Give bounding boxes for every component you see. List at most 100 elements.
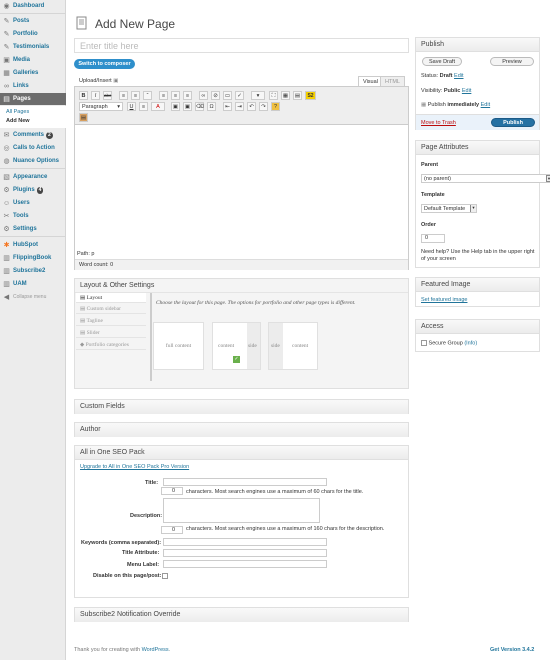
paste-text-icon[interactable]: ▣ [171, 102, 180, 111]
unlink-icon[interactable]: ⊘ [211, 91, 220, 100]
status-edit-link[interactable]: Edit [454, 73, 463, 79]
nav-testimonials[interactable]: ✎ Testimonials [0, 41, 66, 53]
nav-dashboard[interactable]: ◉ Dashboard [0, 0, 66, 12]
redo-button[interactable]: ↷ [259, 102, 268, 111]
set-featured-image-link[interactable]: Set featured image [421, 297, 467, 303]
underline-button[interactable]: U [127, 102, 136, 111]
secure-group-info-link[interactable]: (Info) [464, 340, 477, 346]
nav-links[interactable]: ∞ Links [0, 80, 66, 92]
save-draft-button[interactable]: Save Draft [422, 57, 462, 66]
title-input[interactable]: Enter title here [74, 38, 409, 53]
seo-keywords-input[interactable] [163, 538, 327, 546]
secure-group-checkbox[interactable] [421, 340, 427, 346]
outdent-icon[interactable]: ⇤ [223, 102, 232, 111]
author-box[interactable]: Author [74, 422, 409, 437]
layout-tab-slider[interactable]: ▤ Slider [76, 328, 146, 338]
layout-option-full-content[interactable]: full content [153, 322, 204, 370]
layout-icon: ▤ [80, 295, 86, 301]
nav-comments[interactable]: ✉ Comments 2 [0, 129, 66, 141]
special-char-button[interactable]: Ω [207, 102, 216, 111]
publish-button[interactable]: Publish [491, 118, 535, 127]
text-color-button[interactable]: A [151, 102, 165, 111]
nav-settings[interactable]: ⚙ Settings [0, 223, 66, 235]
seo-title-attribute-input[interactable] [163, 549, 327, 557]
nav-calls-to-action[interactable]: ◎ Calls to Action [0, 142, 66, 154]
layout-tab-portfolio-categories[interactable]: ◆ Portfolio categories [76, 340, 146, 350]
nav-tools[interactable]: ✂ Tools [0, 210, 66, 222]
layout-tab-layout[interactable]: ▤ Layout [76, 293, 146, 303]
seo-description-textarea[interactable] [163, 498, 320, 523]
submenu-add-new[interactable]: Add New [6, 118, 30, 124]
bullet-list-icon[interactable]: ≡ [119, 91, 128, 100]
kitchen-sink-icon[interactable]: ▦ [281, 91, 290, 100]
align-right-icon[interactable]: ≡ [183, 91, 192, 100]
switch-to-composer-button[interactable]: Switch to composer [74, 59, 135, 69]
upload-insert[interactable]: Upload/Insert ▣ [79, 78, 118, 84]
visibility-edit-link[interactable]: Edit [462, 88, 471, 94]
get-version-link[interactable]: Get Version 3.4.2 [490, 647, 534, 653]
content-editor[interactable]: B I abc ≡ ≡ “ ≡ ≡ ≡ ∞ ⊘ ▭ ✓ ▾ ⛶ ▦ ▤ S2 P… [74, 86, 409, 270]
editor-toolbar: B I abc ≡ ≡ “ ≡ ≡ ≡ ∞ ⊘ ▭ ✓ ▾ ⛶ ▦ ▤ S2 P… [75, 87, 408, 125]
settings-icon: ⚙ [3, 225, 10, 233]
seo-description-label: Description: [130, 513, 163, 519]
nav-plugins[interactable]: ⚙ Plugins 4 [0, 184, 66, 196]
page-title: Add New Page [95, 17, 176, 31]
nav-users[interactable]: ☺ Users [0, 197, 66, 209]
more-tag-icon[interactable]: ▭ [223, 91, 232, 100]
nav-galleries[interactable]: ▦ Galleries [0, 67, 66, 79]
layout-tab-custom-sidebar[interactable]: ▤ Custom sidebar [76, 304, 146, 314]
bold-button[interactable]: B [79, 91, 88, 100]
align-left-icon[interactable]: ≡ [159, 91, 168, 100]
nav-nuance-options[interactable]: ◍ Nuance Options [0, 155, 66, 167]
shortcode-icon[interactable]: ▤ [293, 91, 302, 100]
align-center-icon[interactable]: ≡ [171, 91, 180, 100]
template-select[interactable]: Default Template ▾ [421, 204, 477, 213]
nav-appearance[interactable]: ▧ Appearance [0, 171, 66, 183]
justify-icon[interactable]: ≡ [139, 102, 148, 111]
seo-disable-checkbox[interactable] [162, 573, 168, 579]
tab-html[interactable]: HTML [380, 76, 405, 86]
preview-button[interactable]: Preview [490, 57, 534, 66]
dropdown-chevron-icon[interactable]: ▾ [251, 91, 265, 100]
undo-button[interactable]: ↶ [247, 102, 256, 111]
insert-link-icon[interactable]: ∞ [199, 91, 208, 100]
s2-button[interactable]: S2 [305, 91, 316, 100]
nav-flippingbook[interactable]: ▥ FlippingBook [0, 252, 66, 264]
nav-media[interactable]: ▣ Media [0, 54, 66, 66]
publish-time-edit-link[interactable]: Edit [481, 102, 490, 108]
collapse-menu[interactable]: ◀ Collapse menu [0, 291, 66, 303]
custom-fields-box[interactable]: Custom Fields [74, 399, 409, 414]
move-to-trash-link[interactable]: Move to Trash [421, 120, 456, 126]
indent-icon[interactable]: ⇥ [235, 102, 244, 111]
spellcheck-icon[interactable]: ✓ [235, 91, 244, 100]
nav-pages[interactable]: ▤ Pages [0, 93, 66, 105]
nav-portfolio[interactable]: ✎ Portfolio [0, 28, 66, 40]
subscribe2-override-box[interactable]: Subscribe2 Notification Override [74, 607, 409, 622]
order-input[interactable]: 0 [421, 234, 445, 243]
clear-formatting-icon[interactable]: ⌫ [195, 102, 204, 111]
nav-uam[interactable]: ▥ UAM [0, 278, 66, 290]
italic-button[interactable]: I [91, 91, 100, 100]
nav-hubspot[interactable]: ✱ HubSpot [0, 239, 66, 251]
paste-word-icon[interactable]: ▣ [183, 102, 192, 111]
seo-title-input[interactable] [163, 478, 327, 486]
strikethrough-button[interactable]: abc [103, 91, 112, 100]
parent-select[interactable]: (no parent) ▾ [421, 174, 550, 183]
nav-subscribe2[interactable]: ▥ Subscribe2 [0, 265, 66, 277]
nav-posts[interactable]: ✎ Posts [0, 15, 66, 27]
comments-count-badge: 2 [46, 131, 53, 139]
testimonials-icon: ✎ [3, 43, 10, 51]
seo-menu-label-input[interactable] [163, 560, 327, 568]
numbered-list-icon[interactable]: ≡ [131, 91, 140, 100]
paragraph-format-select[interactable]: Paragraph ▾ [79, 102, 123, 111]
fullscreen-icon[interactable]: ⛶ [269, 91, 278, 100]
help-button[interactable]: ? [271, 102, 280, 111]
custom-plugin-icon[interactable]: ▤ [79, 113, 88, 122]
blockquote-button[interactable]: “ [143, 91, 152, 100]
layout-option-content-side[interactable]: content side ✓ [212, 322, 261, 370]
layout-tab-tagline[interactable]: ▤ Tagline [76, 316, 146, 326]
layout-option-side-content[interactable]: side content [268, 322, 318, 370]
submenu-all-pages[interactable]: All Pages [6, 109, 29, 115]
wordpress-link[interactable]: WordPress [142, 647, 169, 653]
seo-upgrade-link[interactable]: Upgrade to All in One SEO Pack Pro Versi… [80, 464, 189, 470]
